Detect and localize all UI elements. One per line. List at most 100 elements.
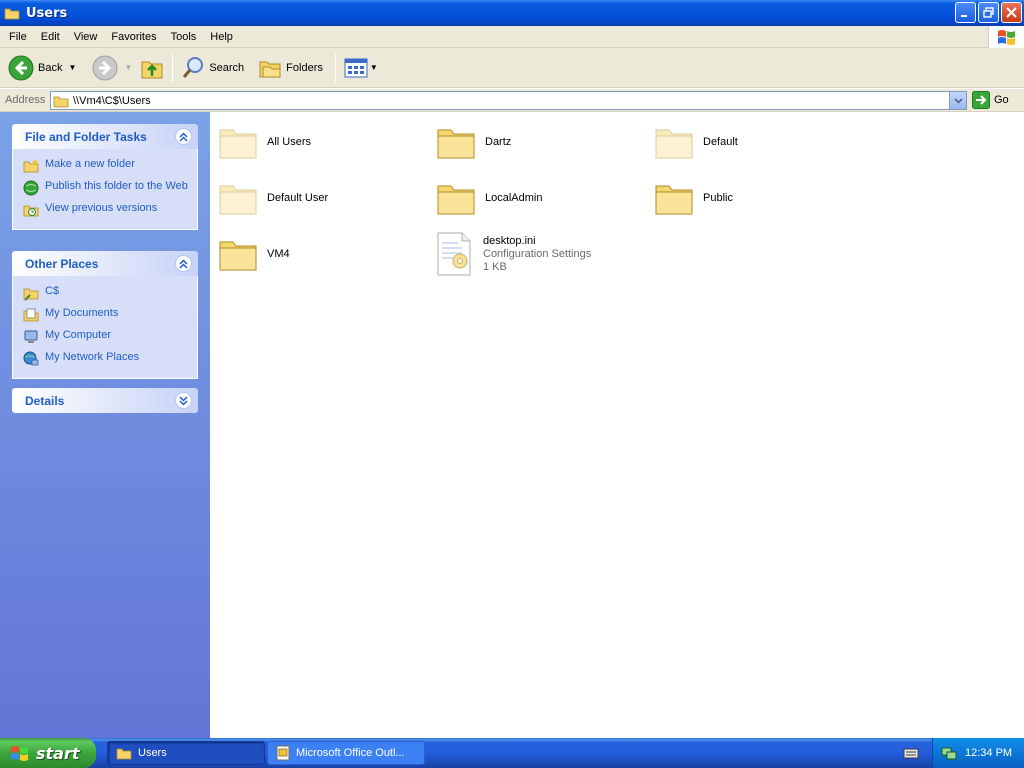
file-size: 1 KB bbox=[483, 260, 507, 273]
panel-body: C$ My Documents My Computer My Network P… bbox=[12, 276, 198, 379]
clock[interactable]: 12:34 PM bbox=[965, 747, 1012, 759]
details-panel: Details bbox=[12, 388, 198, 413]
link-label: C$ bbox=[45, 285, 60, 297]
address-value[interactable]: \\Vm4\C$\Users bbox=[73, 95, 151, 107]
back-dropdown-icon[interactable]: ▼ bbox=[68, 63, 76, 72]
folder-icon bbox=[116, 748, 132, 760]
forward-dropdown-icon[interactable]: ▼ bbox=[124, 63, 132, 72]
panel-title: File and Folder Tasks bbox=[25, 129, 147, 144]
folder-content-view: All Users Dartz Default Default User Loc… bbox=[210, 112, 1024, 738]
keyboard-icon[interactable] bbox=[903, 746, 919, 760]
publish-folder-link[interactable]: Publish this folder to the Web bbox=[23, 177, 197, 199]
make-new-folder-link[interactable]: Make a new folder bbox=[23, 155, 197, 177]
folders-button[interactable]: Folders bbox=[254, 51, 327, 85]
window-title: Users bbox=[26, 5, 68, 21]
views-dropdown-icon[interactable]: ▼ bbox=[370, 63, 378, 72]
back-button[interactable]: Back ▼ bbox=[4, 51, 80, 85]
up-folder-button[interactable] bbox=[136, 51, 168, 85]
folder-icon bbox=[655, 129, 693, 159]
panel-header[interactable]: Other Places bbox=[12, 251, 198, 276]
network-status-icon[interactable] bbox=[941, 745, 957, 761]
item-name: Default bbox=[703, 136, 738, 148]
folder-item[interactable]: Public bbox=[654, 174, 733, 222]
taskbar-item-outlook[interactable]: Microsoft Office Outl... bbox=[267, 741, 425, 765]
file-info: desktop.ini Configuration Settings 1 KB bbox=[483, 235, 591, 274]
folder-item[interactable]: Default bbox=[654, 118, 738, 166]
task-label: Users bbox=[138, 747, 167, 759]
folder-icon bbox=[53, 96, 69, 107]
menu-file[interactable]: File bbox=[0, 26, 34, 48]
restore-button[interactable] bbox=[978, 2, 999, 23]
folder-item[interactable]: VM4 bbox=[218, 230, 290, 278]
item-name: Public bbox=[703, 192, 733, 204]
taskbar-item-users[interactable]: Users bbox=[107, 741, 265, 765]
folder-icon bbox=[437, 129, 475, 159]
menu-help[interactable]: Help bbox=[203, 26, 240, 48]
view-previous-versions-link[interactable]: View previous versions bbox=[23, 199, 197, 221]
file-folder-tasks-panel: File and Folder Tasks Make a new folder … bbox=[12, 124, 198, 230]
close-button[interactable] bbox=[1001, 2, 1022, 23]
place-link-my-documents[interactable]: My Documents bbox=[23, 304, 197, 326]
task-pane: File and Folder Tasks Make a new folder … bbox=[0, 112, 210, 738]
globe-icon bbox=[23, 180, 39, 196]
go-button[interactable]: Go bbox=[972, 91, 1009, 109]
close-icon bbox=[1006, 7, 1017, 18]
folder-icon bbox=[4, 8, 20, 20]
item-name: VM4 bbox=[267, 248, 290, 260]
menu-tools[interactable]: Tools bbox=[164, 26, 204, 48]
folder-icon bbox=[437, 185, 475, 215]
restore-icon bbox=[983, 7, 994, 18]
address-field[interactable]: \\Vm4\C$\Users bbox=[50, 91, 967, 110]
network-places-icon bbox=[23, 351, 39, 366]
views-button[interactable]: ▼ bbox=[340, 51, 382, 85]
chevron-down-icon bbox=[953, 97, 963, 104]
outlook-icon bbox=[276, 745, 290, 761]
toolbar: Back ▼ ▼ Search Folders ▼ bbox=[0, 48, 1024, 88]
start-label: start bbox=[36, 743, 80, 763]
expand-button[interactable] bbox=[175, 392, 192, 409]
folders-label: Folders bbox=[286, 61, 323, 74]
folder-item[interactable]: All Users bbox=[218, 118, 311, 166]
collapse-button[interactable] bbox=[175, 255, 192, 272]
address-bar: Address \\Vm4\C$\Users Go bbox=[0, 89, 1024, 112]
folder-item[interactable]: Default User bbox=[218, 174, 328, 222]
folder-item[interactable]: LocalAdmin bbox=[436, 174, 542, 222]
collapse-button[interactable] bbox=[175, 128, 192, 145]
forward-button[interactable]: ▼ bbox=[88, 51, 136, 85]
panel-title: Details bbox=[25, 393, 65, 408]
menu-bar: File Edit View Favorites Tools Help bbox=[0, 26, 1024, 48]
link-label: My Documents bbox=[45, 307, 119, 319]
folder-icon bbox=[219, 241, 257, 271]
back-label: Back bbox=[38, 61, 63, 74]
place-link-c-share[interactable]: C$ bbox=[23, 282, 197, 304]
menu-edit[interactable]: Edit bbox=[34, 26, 67, 48]
config-file-icon bbox=[437, 232, 471, 276]
link-label: My Computer bbox=[45, 329, 112, 341]
taskbar: start Users Microsoft Office Outl... 12:… bbox=[0, 738, 1024, 768]
link-label: My Network Places bbox=[45, 351, 140, 363]
panel-header[interactable]: Details bbox=[12, 388, 198, 413]
item-name: LocalAdmin bbox=[485, 192, 543, 204]
folder-item[interactable]: Dartz bbox=[436, 118, 511, 166]
start-button[interactable]: start bbox=[0, 738, 96, 768]
go-label: Go bbox=[994, 94, 1009, 106]
chevron-up-icon bbox=[179, 258, 188, 269]
search-button[interactable]: Search bbox=[177, 51, 248, 85]
address-dropdown-button[interactable] bbox=[949, 92, 966, 109]
minimize-button[interactable] bbox=[955, 2, 976, 23]
file-item[interactable]: desktop.ini Configuration Settings 1 KB bbox=[434, 228, 591, 280]
menu-favorites[interactable]: Favorites bbox=[104, 26, 163, 48]
shared-drive-icon bbox=[23, 288, 39, 301]
place-link-my-computer[interactable]: My Computer bbox=[23, 326, 197, 348]
item-name: desktop.ini bbox=[483, 234, 536, 247]
folders-icon bbox=[259, 61, 281, 77]
minimize-icon bbox=[961, 15, 967, 17]
menu-view[interactable]: View bbox=[67, 26, 105, 48]
title-bar[interactable]: Users bbox=[0, 0, 1024, 26]
place-link-my-network-places[interactable]: My Network Places bbox=[23, 348, 197, 370]
folder-icon bbox=[219, 129, 257, 159]
panel-header[interactable]: File and Folder Tasks bbox=[12, 124, 198, 149]
item-name: All Users bbox=[267, 136, 312, 148]
file-description: Configuration Settings bbox=[483, 247, 592, 260]
chevron-down-icon bbox=[179, 395, 188, 406]
